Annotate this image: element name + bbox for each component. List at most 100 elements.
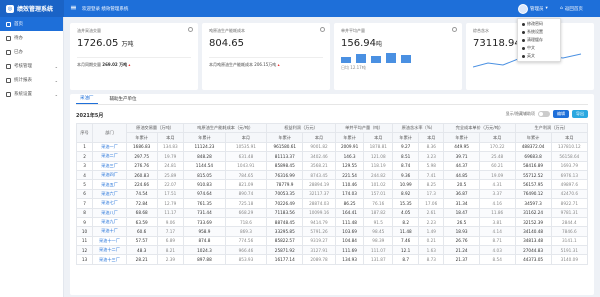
table-cell: 134.93 (334, 254, 365, 265)
dropdown-item-4[interactable]: 英文 (518, 52, 560, 60)
table-cell: 733.69 (183, 216, 226, 228)
app-logo[interactable]: ◎ 绩效管理系统 (0, 0, 64, 17)
tab-aux-unit[interactable]: 辅助生产单位 (106, 96, 141, 104)
sidebar-item-2[interactable]: 已办 (0, 45, 63, 59)
department-link[interactable]: 采油十一厂 (92, 235, 127, 247)
export-button[interactable]: 导出 (572, 110, 588, 118)
table-row[interactable]: 7 采油七厂 72.84 12.79 761.35 725.18 70226.49 28874… (75, 198, 589, 209)
table-cell: 774.56 (224, 235, 268, 247)
table-row[interactable]: 12 采油十二厂 48.3 8.21 1024.3 966.46 25871.92 3127.… (75, 245, 589, 256)
table-cell: 17.3 (418, 188, 445, 200)
menu-icon (6, 91, 11, 97)
dropdown-item-3[interactable]: 中文 (518, 44, 560, 52)
table-row[interactable]: 3 采油三厂 276.76 24.81 1144.54 1043.91 85898.45 35… (75, 160, 589, 171)
table-cell: 869.3 (224, 226, 268, 237)
table-cell: 170.22 (478, 141, 516, 153)
table-row[interactable]: 8 采油八厂 68.68 11.17 731.44 668.29 71183.56 10099… (75, 207, 589, 218)
table-cell: 8.92 (392, 188, 420, 200)
department-link[interactable]: 采油九厂 (92, 216, 127, 228)
bar (401, 55, 411, 63)
home-icon: ⌂ (560, 6, 563, 11)
department-link[interactable]: 采油十厂 (92, 226, 127, 237)
table-cell: 81113.37 (266, 151, 304, 162)
table-cell: 63.59 (125, 216, 158, 228)
dropdown-item-2[interactable]: 清理缓存 (518, 36, 560, 44)
table-cell: 9001.82 (302, 141, 336, 153)
sidebar-item-3[interactable]: 考核管理 ⌄ (0, 59, 63, 73)
user-menu[interactable]: 管理员 ▾ (518, 3, 548, 14)
table-cell: 0.21 (418, 235, 445, 247)
sidebar-item-4[interactable]: 统计报表 ⌄ (0, 73, 63, 87)
table-row[interactable]: 10 采油十厂 60.6 7.17 958.9 869.3 33295.85 5791.26 1… (75, 226, 589, 237)
help-icon[interactable] (188, 27, 193, 32)
department-link[interactable]: 采油十三厂 (92, 254, 127, 265)
sidebar: 首页 待办 已办 考核管理 ⌄ 统计报表 ⌄ 系统设置 ⌄ (0, 17, 64, 297)
table-cell: 10 (75, 226, 94, 237)
tab-oil-plant[interactable]: 采油厂 (76, 95, 98, 104)
table-cell: 874.8 (183, 235, 226, 247)
table-cell: 8.7 (392, 254, 420, 265)
dropdown-item-0[interactable]: 修改密码 (518, 20, 560, 28)
menu-icon (6, 77, 11, 83)
department-link[interactable]: 采油二厂 (92, 151, 127, 162)
card-unit: 万吨 (121, 41, 134, 48)
stat-card-oil-volume: 油井采油交量 1726.05 万吨 本月同期交量 269.02 万吨 ▴ (70, 23, 198, 90)
table-cell: 6976.13 (550, 169, 589, 181)
table-cell: 6 (75, 188, 94, 200)
table-cell: 104.84 (334, 235, 365, 247)
table-cell: 1144.54 (183, 160, 226, 171)
table-cell: 3.81 (478, 216, 516, 228)
sidebar-item-1[interactable]: 待办 (0, 31, 63, 45)
table-row[interactable]: 13 采油十三厂 28.21 2.39 897.88 853.93 16177.14 2089… (75, 254, 589, 265)
table-cell: 3140.09 (550, 254, 589, 265)
table-row[interactable]: 4 采油四厂 260.83 25.89 815.05 784.65 76316.99 8743… (75, 169, 589, 181)
table-cell: 3 (75, 160, 94, 171)
toggle-switch[interactable] (538, 111, 550, 117)
table-cell: 49897.6 (550, 179, 589, 190)
menu-toggle-icon[interactable]: ≡ (70, 4, 77, 12)
help-icon[interactable] (320, 27, 325, 32)
table-row[interactable]: 1 采油一厂 1686.83 134.83 11124.23 10535.91 961580… (75, 141, 589, 153)
welcome-text: 欢迎登录 绩效管理系统 (82, 7, 129, 12)
department-link[interactable]: 采油一厂 (92, 141, 127, 153)
department-link[interactable]: 采油十二厂 (92, 245, 127, 256)
table-cell: 32117.37 (302, 188, 336, 200)
department-link[interactable]: 采油七厂 (92, 198, 127, 209)
table-cell: 1878.81 (363, 141, 394, 153)
department-link[interactable]: 采油六厂 (92, 188, 127, 200)
table-cell: 16177.14 (266, 254, 304, 265)
edit-button[interactable]: 编辑 (553, 110, 569, 118)
table-cell: 110.46 (334, 179, 365, 190)
table-cell: 72.84 (125, 198, 158, 209)
table-row[interactable]: 2 采油二厂 297.75 19.79 848.28 631.48 81113.37 3402… (75, 151, 589, 162)
table-row[interactable]: 6 采油六厂 74.54 17.51 974.64 890.74 70053.35 32117… (75, 188, 589, 200)
table-row[interactable]: 9 采油九厂 63.59 9.06 733.69 718.6 88748.45 9414.79… (75, 216, 589, 228)
table-cell: 44373.05 (514, 254, 552, 265)
table-cell: 39.71 (443, 151, 480, 162)
table-cell: 8.54 (478, 254, 516, 265)
table-cell: 7.17 (156, 226, 185, 237)
dropdown-item-1[interactable]: 系统设置 (518, 28, 560, 36)
table-cell: 25871.92 (266, 245, 304, 256)
sidebar-item-0[interactable]: 首页 (0, 17, 63, 31)
department-link[interactable]: 采油三厂 (92, 160, 127, 171)
department-link[interactable]: 采油四厂 (92, 169, 127, 181)
table-row[interactable]: 11 采油十一厂 57.57 6.89 874.8 774.56 85822.57 9319.… (75, 235, 589, 247)
table-cell: 21.24 (443, 245, 480, 256)
department-link[interactable]: 采油八厂 (92, 207, 127, 218)
back-home-button[interactable]: ⌂ 返回首页 (560, 4, 583, 13)
table-row[interactable]: 5 采油五厂 224.66 22.07 910.83 821.09 78779.9 28894… (75, 179, 589, 190)
department-link[interactable]: 采油五厂 (92, 179, 127, 190)
table-cell: 2.61 (418, 207, 445, 218)
table-cell: 78779.9 (266, 179, 304, 190)
stat-card-avg-output: 单井平均产量 156.94吨 日均 12.17吨 (334, 23, 462, 90)
help-icon[interactable] (452, 27, 457, 32)
table-cell: 731.44 (183, 207, 226, 218)
chevron-down-icon: ⌄ (54, 91, 58, 97)
table-cell: 57.57 (125, 235, 158, 247)
table-cell: 11124.23 (183, 141, 226, 153)
table-cell: 74.54 (125, 188, 158, 200)
table-cell: 910.83 (183, 179, 226, 190)
sidebar-item-5[interactable]: 系统设置 ⌄ (0, 87, 63, 101)
table-cell: 4.03 (478, 245, 516, 256)
